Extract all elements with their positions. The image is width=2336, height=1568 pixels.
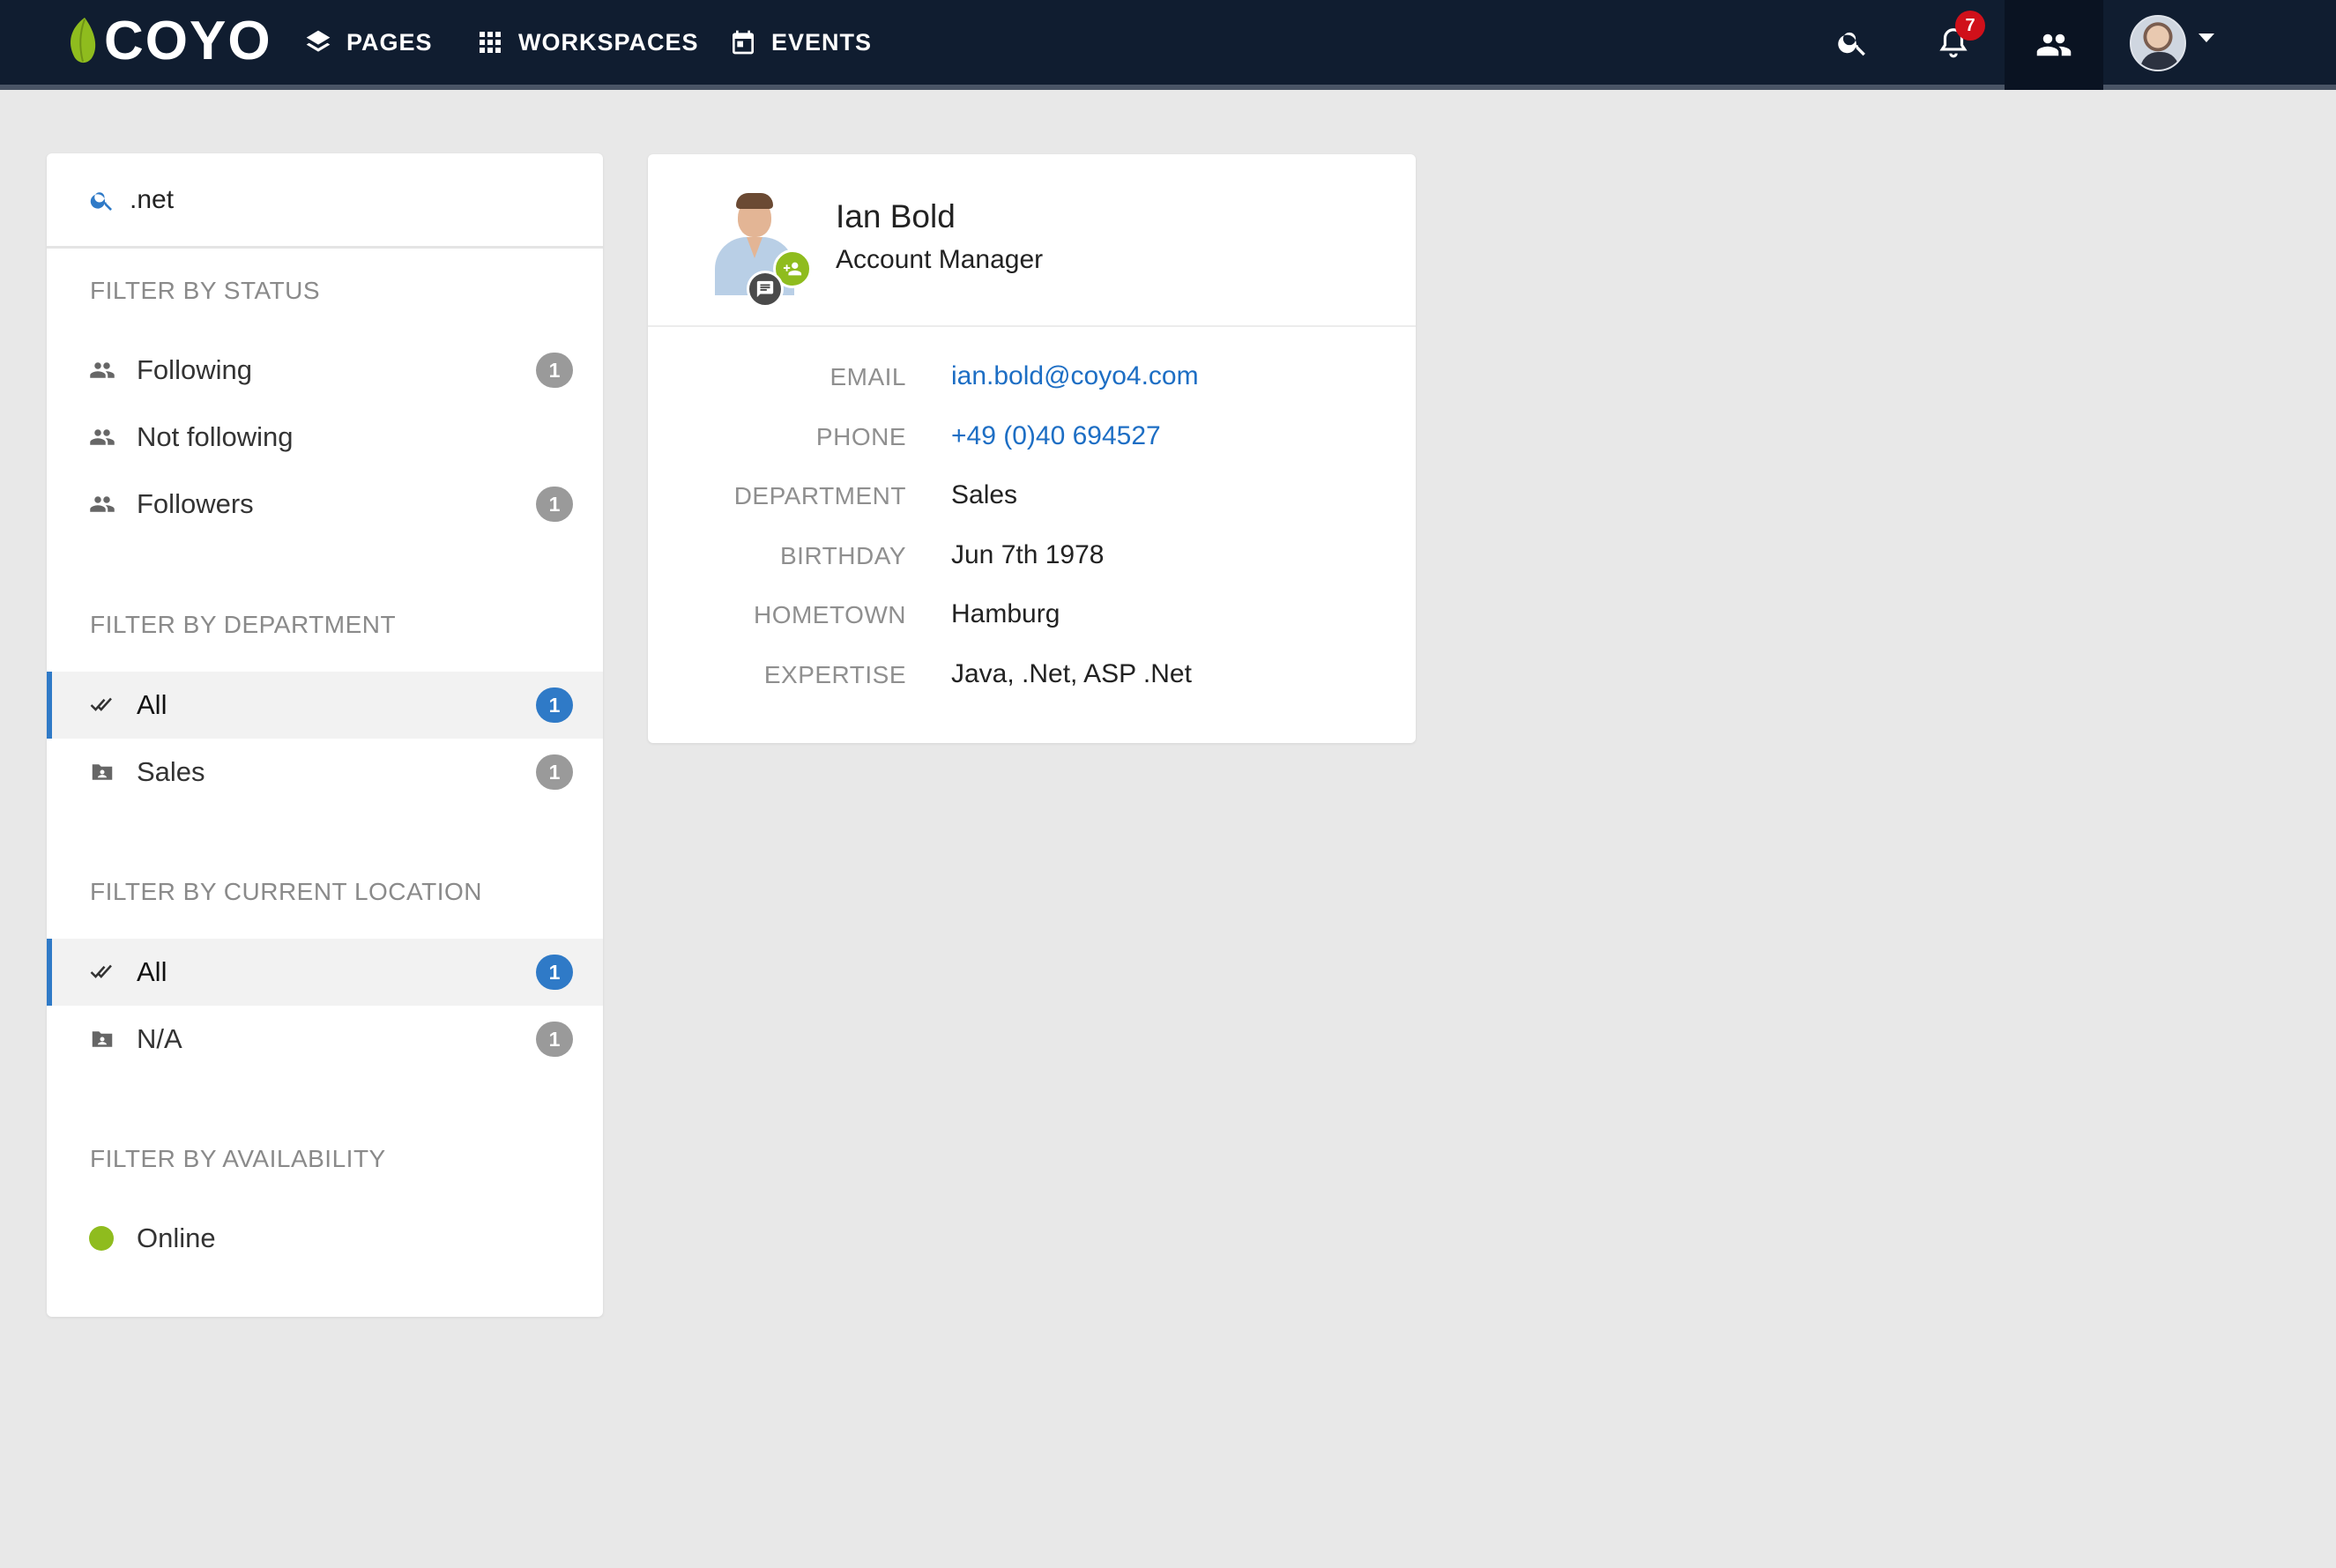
filter-label: Followers xyxy=(137,488,254,519)
notification-count-badge: 7 xyxy=(1955,11,1985,41)
filter-availability-heading: FILTER BY AVAILABILITY xyxy=(90,1145,386,1172)
double-check-icon xyxy=(90,697,112,711)
message-button[interactable] xyxy=(747,271,784,308)
count-badge: 1 xyxy=(536,687,573,723)
filter-label: Online xyxy=(137,1222,216,1253)
department-label: DEPARTMENT xyxy=(733,482,906,509)
birthday-label: BIRTHDAY xyxy=(780,542,906,569)
birthday-value: Jun 7th 1978 xyxy=(951,540,1105,569)
expertise-value: Java, .Net, ASP .Net xyxy=(951,659,1192,688)
phone-label: PHONE xyxy=(815,423,906,450)
contact-card-icon xyxy=(92,764,113,780)
filter-label: Sales xyxy=(137,756,205,787)
nav-pages-label: PAGES xyxy=(346,28,433,56)
filter-location-all[interactable]: All 1 xyxy=(47,939,603,1006)
filter-location-heading: FILTER BY CURRENT LOCATION xyxy=(90,878,482,905)
calendar-icon xyxy=(733,30,754,55)
user-profile-card: Ian Bold Account Manager EMAIL ian.bold@… xyxy=(648,154,1416,743)
people-icon xyxy=(90,496,115,512)
hometown-value: Hamburg xyxy=(951,599,1060,628)
department-value: Sales xyxy=(951,480,1018,509)
leaf-icon xyxy=(71,18,96,63)
filter-not-following[interactable]: Not following xyxy=(47,404,603,471)
user-avatar[interactable] xyxy=(2130,15,2186,71)
filter-label: N/A xyxy=(137,1023,182,1054)
search-icon xyxy=(90,191,112,211)
nav-workspaces-label: WORKSPACES xyxy=(518,28,699,56)
expertise-label: EXPERTISE xyxy=(763,661,906,688)
phone-link[interactable]: +49 (0)40 694527 xyxy=(951,421,1161,451)
email-link[interactable]: ian.bold@coyo4.com xyxy=(951,361,1199,391)
profile-header: Ian Bold Account Manager xyxy=(648,154,1416,327)
hometown-label: HOMETOWN xyxy=(753,601,906,628)
filter-sidebar: FILTER BY STATUS Following 1 Not followi… xyxy=(47,153,603,1317)
search-icon xyxy=(1838,32,1865,56)
count-badge: 1 xyxy=(536,353,573,388)
coyo-logo[interactable]: COYO xyxy=(65,11,272,71)
nav-events[interactable]: EVENTS xyxy=(729,25,872,60)
caret-down-icon[interactable] xyxy=(2198,33,2214,42)
profile-name[interactable]: Ian Bold xyxy=(836,198,956,235)
filter-label: All xyxy=(137,956,167,987)
people-icon xyxy=(2036,33,2072,56)
grid-icon xyxy=(480,32,501,53)
online-status-dot xyxy=(89,1226,114,1251)
nav-pages[interactable]: PAGES xyxy=(304,25,433,60)
filter-status-heading: FILTER BY STATUS xyxy=(90,277,321,304)
count-badge: 1 xyxy=(536,955,573,990)
count-badge: 1 xyxy=(536,487,573,522)
top-navbar: COYO PAGES WORKSPACES EVENTS 7 xyxy=(0,0,2336,90)
contact-card-icon xyxy=(92,1031,113,1047)
search-input[interactable] xyxy=(130,184,570,215)
filter-department-sales[interactable]: Sales 1 xyxy=(47,739,603,806)
filter-location-na[interactable]: N/A 1 xyxy=(47,1006,603,1073)
filter-online[interactable]: Online xyxy=(47,1205,603,1272)
person-add-icon xyxy=(783,262,802,276)
filter-followers[interactable]: Followers 1 xyxy=(47,471,603,538)
layers-icon xyxy=(306,30,331,52)
logo-text: COYO xyxy=(104,10,272,71)
filter-label: Following xyxy=(137,354,252,385)
nav-workspaces[interactable]: WORKSPACES xyxy=(476,25,699,60)
colleagues-button[interactable] xyxy=(2005,0,2103,90)
filter-label: All xyxy=(137,689,167,720)
count-badge: 1 xyxy=(536,754,573,790)
double-check-icon xyxy=(90,964,112,978)
count-badge: 1 xyxy=(536,1022,573,1057)
email-label: EMAIL xyxy=(830,363,906,390)
search-box xyxy=(47,153,603,249)
people-icon xyxy=(90,429,115,445)
nav-events-label: EVENTS xyxy=(771,28,873,56)
profile-job-title: Account Manager xyxy=(836,245,1044,274)
chat-icon xyxy=(756,280,774,298)
filter-department-all[interactable]: All 1 xyxy=(47,672,603,739)
filter-label: Not following xyxy=(137,421,294,452)
filter-department-heading: FILTER BY DEPARTMENT xyxy=(90,611,397,638)
search-button[interactable] xyxy=(1830,19,1876,65)
people-icon xyxy=(90,362,115,378)
filter-following[interactable]: Following 1 xyxy=(47,337,603,404)
